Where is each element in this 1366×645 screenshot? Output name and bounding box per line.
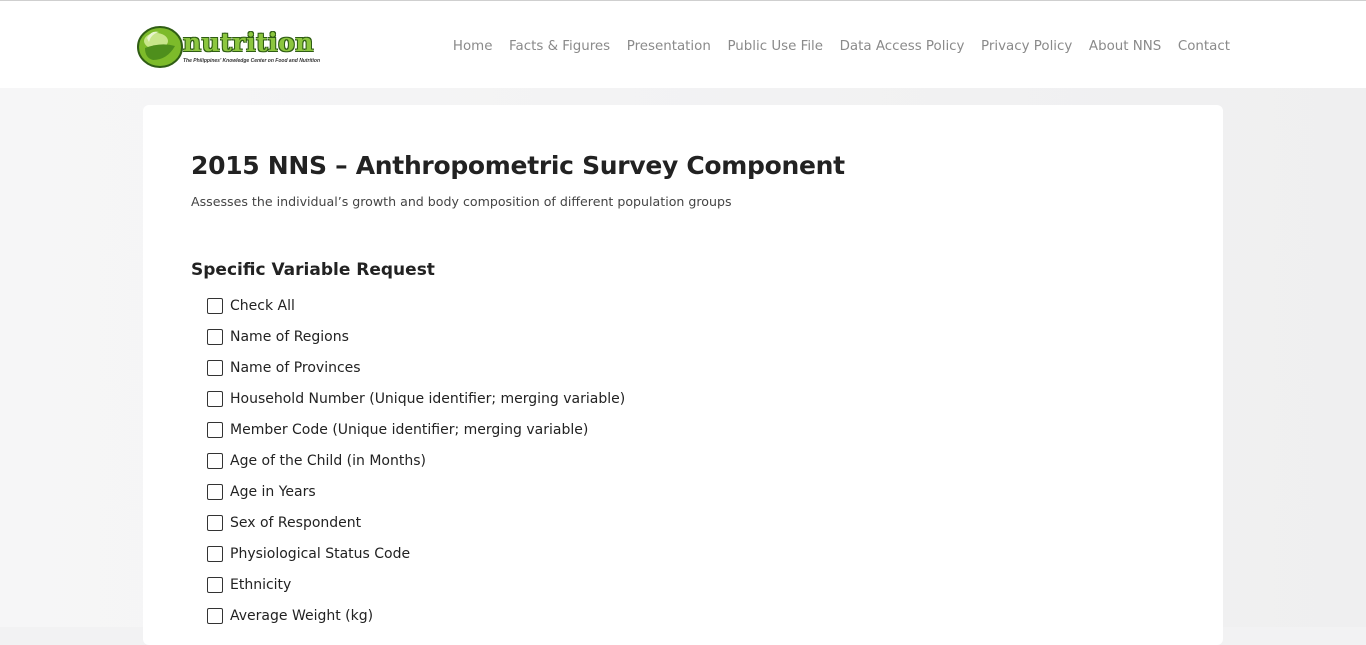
nav-about-nns[interactable]: About NNS bbox=[1089, 39, 1161, 54]
variable-checkbox[interactable] bbox=[207, 514, 223, 531]
nav-contact[interactable]: Contact bbox=[1178, 39, 1230, 54]
site-logo[interactable]: nutrition The Philippines' Knowledge Cen… bbox=[137, 24, 323, 68]
nav-facts-figures[interactable]: Facts & Figures bbox=[509, 39, 610, 54]
checkbox-label[interactable]: Age of the Child (in Months) bbox=[230, 453, 426, 469]
list-item-check-all: Check All bbox=[207, 290, 625, 321]
checkbox-label[interactable]: Check All bbox=[230, 298, 295, 314]
variable-checkbox[interactable] bbox=[207, 359, 223, 376]
checkbox-label[interactable]: Physiological Status Code bbox=[230, 546, 410, 562]
check-all-checkbox[interactable] bbox=[207, 297, 223, 314]
checkbox-label[interactable]: Sex of Respondent bbox=[230, 515, 361, 531]
list-item: Name of Regions bbox=[207, 321, 625, 352]
logo-e-leaf-icon bbox=[137, 26, 183, 68]
variable-checkbox[interactable] bbox=[207, 421, 223, 438]
nav-privacy-policy[interactable]: Privacy Policy bbox=[981, 39, 1072, 54]
checkbox-label[interactable]: Name of Provinces bbox=[230, 360, 361, 376]
checkbox-label[interactable]: Name of Regions bbox=[230, 329, 349, 345]
list-item: Household Number (Unique identifier; mer… bbox=[207, 383, 625, 414]
variable-checkbox[interactable] bbox=[207, 452, 223, 469]
list-item: Sex of Respondent bbox=[207, 507, 625, 538]
list-item: Ethnicity bbox=[207, 569, 625, 600]
site-header: nutrition The Philippines' Knowledge Cen… bbox=[0, 1, 1366, 88]
variable-request-heading: Specific Variable Request bbox=[191, 260, 435, 280]
nav-presentation[interactable]: Presentation bbox=[627, 39, 711, 54]
list-item: Age in Years bbox=[207, 476, 625, 507]
checkbox-label[interactable]: Age in Years bbox=[230, 484, 316, 500]
checkbox-label[interactable]: Ethnicity bbox=[230, 577, 291, 593]
nav-home[interactable]: Home bbox=[453, 39, 493, 54]
checkbox-label[interactable]: Average Weight (kg) bbox=[230, 608, 373, 624]
variable-checkbox[interactable] bbox=[207, 607, 223, 624]
list-item: Average Weight (kg) bbox=[207, 600, 625, 631]
page-title: 2015 NNS – Anthropometric Survey Compone… bbox=[191, 151, 845, 180]
list-item: Member Code (Unique identifier; merging … bbox=[207, 414, 625, 445]
list-item: Name of Provinces bbox=[207, 352, 625, 383]
variable-checkbox[interactable] bbox=[207, 576, 223, 593]
main-navigation: Home Facts & Figures Presentation Public… bbox=[453, 37, 1230, 55]
variable-checkbox[interactable] bbox=[207, 390, 223, 407]
logo-wordmark: nutrition bbox=[183, 28, 314, 57]
nav-data-access-policy[interactable]: Data Access Policy bbox=[840, 39, 965, 54]
checkbox-label[interactable]: Household Number (Unique identifier; mer… bbox=[230, 391, 625, 407]
variable-checkbox[interactable] bbox=[207, 328, 223, 345]
list-item: Age of the Child (in Months) bbox=[207, 445, 625, 476]
nav-public-use-file[interactable]: Public Use File bbox=[727, 39, 823, 54]
variable-checkbox[interactable] bbox=[207, 483, 223, 500]
checkbox-label[interactable]: Member Code (Unique identifier; merging … bbox=[230, 422, 588, 438]
logo-tagline: The Philippines' Knowledge Center on Foo… bbox=[183, 58, 321, 64]
variable-checkbox[interactable] bbox=[207, 545, 223, 562]
list-item: Physiological Status Code bbox=[207, 538, 625, 569]
variable-checkbox-list: Check All Name of Regions Name of Provin… bbox=[207, 290, 625, 631]
page-subtitle: Assesses the individual’s growth and bod… bbox=[191, 194, 732, 209]
